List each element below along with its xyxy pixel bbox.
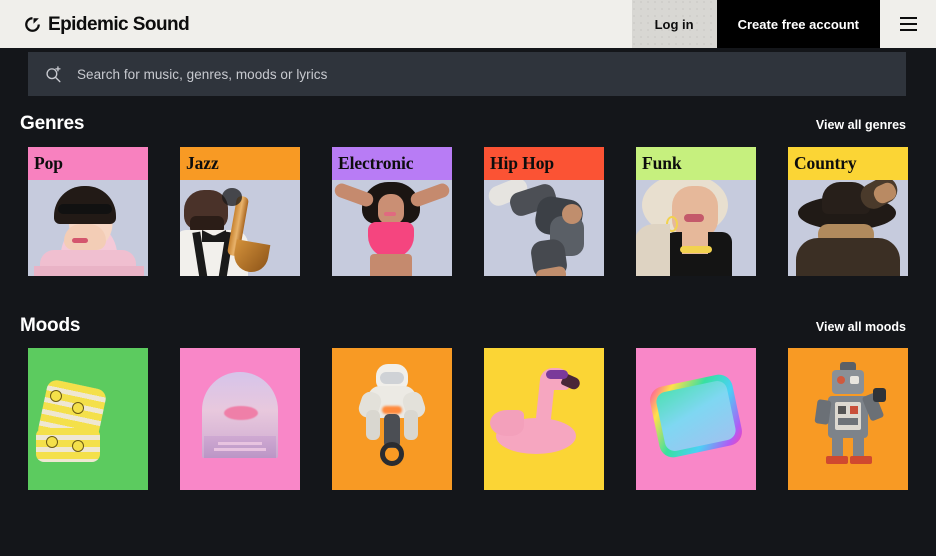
site-header: Epidemic Sound Log in Create free accoun… [0,0,936,48]
view-all-moods-link[interactable]: View all moods [816,320,906,334]
search-input[interactable]: Search for music, genres, moods or lyric… [28,52,906,96]
genre-card-jazz[interactable]: Jazz [180,147,300,276]
stacked-smiley-sticker-rolls-art [28,348,148,490]
genres-section: Genres View all genres Pop Jazz Electron… [0,113,936,276]
brand-name: Epidemic Sound [48,13,190,35]
astronaut-on-motorcycle-art [332,348,452,490]
genre-card-label: Electronic [332,147,452,180]
pink-arch-sunset-art [180,348,300,490]
moods-section: Moods View all moods [0,315,936,490]
genre-card-pop[interactable]: Pop [28,147,148,276]
mood-card-5[interactable] [636,348,756,490]
page-title-moods: Moods [20,315,81,336]
header-actions: Log in Create free account [631,0,936,48]
genre-card-label: Pop [28,147,148,180]
genre-card-hip-hop[interactable]: Hip Hop [484,147,604,276]
mood-card-2[interactable] [180,348,300,490]
mood-card-1[interactable] [28,348,148,490]
mood-card-3[interactable] [332,348,452,490]
genre-card-funk[interactable]: Funk [636,147,756,276]
country-cowboy-hat-art [788,180,908,276]
hiphop-breakdancer-art [484,180,604,276]
genre-card-country[interactable]: Country [788,147,908,276]
view-all-genres-link[interactable]: View all genres [816,118,906,132]
menu-bar-1 [899,17,917,19]
iridescent-holographic-square-art [636,348,756,490]
epidemic-sound-logo-icon [24,16,41,33]
brand-logo[interactable]: Epidemic Sound [24,13,190,35]
funk-portrait-art [636,180,756,276]
retro-tin-toy-robot-art [788,348,908,490]
pop-portrait-art [28,180,148,276]
hamburger-menu-icon[interactable] [880,0,936,48]
genre-card-label: Hip Hop [484,147,604,180]
genres-card-row: Pop Jazz Electronic Hip Hop Funk Country [20,147,908,276]
login-button[interactable]: Log in [631,0,717,48]
search-section: Search for music, genres, moods or lyric… [0,48,936,96]
genre-card-label: Funk [636,147,756,180]
mood-card-4[interactable] [484,348,604,490]
menu-bar-2 [899,23,917,25]
genre-card-label: Country [788,147,908,180]
jazz-saxophonist-art [180,180,300,276]
moods-card-row [20,348,908,490]
mood-card-6[interactable] [788,348,908,490]
genres-section-header: Genres View all genres [20,113,906,135]
create-free-account-button[interactable]: Create free account [716,0,880,48]
electronic-dancer-art [332,180,452,276]
moods-section-header: Moods View all moods [20,315,906,337]
menu-bar-3 [899,29,917,31]
page-title-genres: Genres [20,113,85,134]
search-add-icon [44,65,63,84]
search-placeholder-text: Search for music, genres, moods or lyric… [77,66,328,82]
pink-flamingo-pool-float-art [484,348,604,490]
genre-card-label: Jazz [180,147,300,180]
genre-card-electronic[interactable]: Electronic [332,147,452,276]
